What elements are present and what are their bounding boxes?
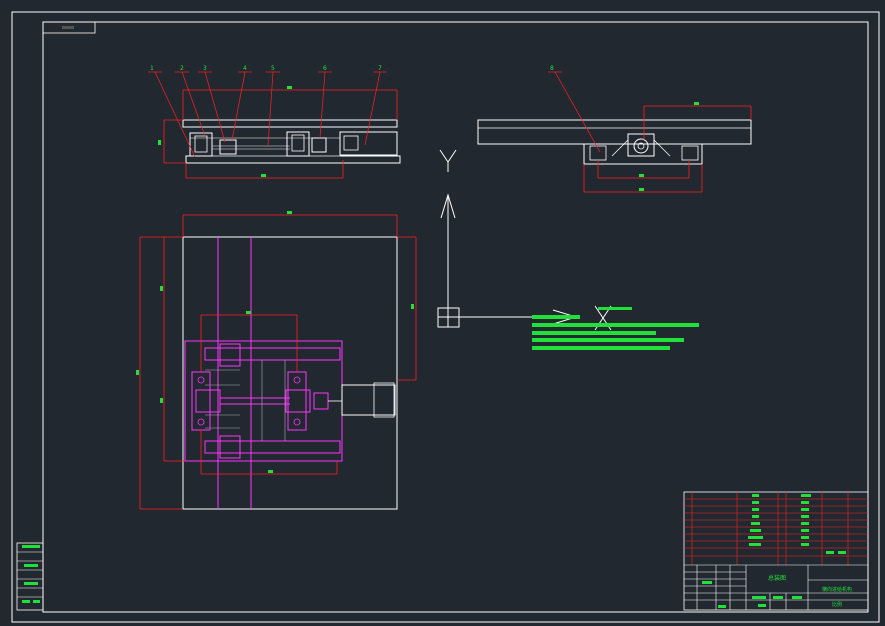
top-left-label-mark — [62, 26, 74, 29]
balloon-6: 6 — [323, 65, 327, 72]
cad-drawing-sheet: 1 2 3 4 5 6 7 8 总装图 横向进给机构 比例 — [11, 11, 880, 623]
balloon-8: 8 — [550, 65, 554, 72]
left-revision-strip — [16, 542, 44, 611]
assembly-label: 总装图 — [768, 574, 786, 582]
technical-notes — [532, 307, 699, 350]
front-view — [148, 71, 401, 179]
drawing-name: 横向进给机构 — [822, 586, 852, 593]
scale-label: 比例 — [832, 601, 842, 608]
balloon-4: 4 — [243, 65, 247, 72]
balloon-2: 2 — [180, 65, 184, 72]
balloon-7: 7 — [378, 65, 382, 72]
ucs-icon — [437, 149, 612, 331]
balloon-5: 5 — [271, 65, 275, 72]
side-view — [477, 71, 752, 193]
balloon-3: 3 — [203, 65, 207, 72]
plan-view — [136, 211, 417, 510]
balloon-1: 1 — [150, 65, 154, 72]
